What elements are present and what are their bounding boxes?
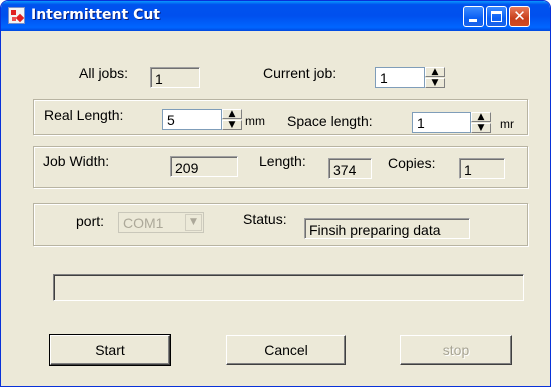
close-button[interactable]: ✕ <box>509 6 530 27</box>
spin-up-button[interactable]: ▲ <box>471 112 491 122</box>
all-jobs-value: 1 <box>150 67 200 88</box>
spin-up-icon: ▲ <box>431 67 439 77</box>
window-title: Intermittent Cut <box>31 7 161 23</box>
spin-down-icon: ▼ <box>477 123 485 133</box>
space-length-label: Space length: <box>287 113 373 129</box>
port-select-value: COM1 <box>123 215 164 231</box>
app-icon[interactable] <box>8 7 25 24</box>
start-button[interactable]: Start <box>49 334 171 366</box>
progress-bar <box>53 274 524 301</box>
real-length-unit: mm <box>245 114 265 128</box>
spin-up-icon: ▲ <box>228 109 236 119</box>
current-job-spinner[interactable]: ▲ ▼ <box>425 67 445 88</box>
chevron-down-icon: ▼ <box>190 217 197 227</box>
job-width-value: 209 <box>170 156 238 177</box>
app-icon-shape <box>11 10 16 15</box>
port-dropdown-button[interactable]: ▼ <box>185 214 202 231</box>
job-width-label: Job Width: <box>43 153 110 169</box>
minimize-button[interactable] <box>463 6 484 27</box>
job-length-value: 374 <box>328 158 372 179</box>
current-job-label: Current job: <box>263 65 337 81</box>
title-bar[interactable]: Intermittent Cut ✕ <box>1 1 550 31</box>
copies-label: Copies: <box>388 155 436 171</box>
port-select[interactable]: COM1 ▼ <box>118 212 204 233</box>
job-length-label: Length: <box>259 153 306 169</box>
port-label: port: <box>76 213 105 229</box>
real-length-spinner[interactable]: ▲ ▼ <box>222 109 242 130</box>
space-length-input[interactable]: 1 <box>412 112 471 133</box>
real-length-label: Real Length: <box>44 107 124 123</box>
close-icon: ✕ <box>513 7 526 25</box>
spin-down-button[interactable]: ▼ <box>425 78 445 88</box>
maximize-icon <box>491 11 502 22</box>
status-label: Status: <box>243 211 287 227</box>
current-job-input[interactable]: 1 <box>375 67 425 88</box>
all-jobs-label: All jobs: <box>79 65 129 81</box>
spin-up-icon: ▲ <box>477 112 485 122</box>
spin-down-icon: ▼ <box>431 78 439 88</box>
space-length-spinner[interactable]: ▲ ▼ <box>471 112 491 133</box>
app-icon-shape <box>12 17 16 21</box>
maximize-button[interactable] <box>486 6 507 27</box>
spin-down-icon: ▼ <box>228 120 236 130</box>
intermittent-cut-dialog: Intermittent Cut ✕ All jobs: 1 Current j… <box>0 0 551 387</box>
spin-up-button[interactable]: ▲ <box>425 67 445 77</box>
spin-down-button[interactable]: ▼ <box>471 123 491 133</box>
space-length-unit: mr <box>500 117 514 131</box>
app-icon-shape <box>15 13 25 23</box>
status-value: Finsih preparing data <box>304 218 470 239</box>
minimize-icon <box>469 19 477 22</box>
copies-value: 1 <box>459 158 505 179</box>
stop-button[interactable]: stop <box>400 335 512 365</box>
real-length-input[interactable]: 5 <box>162 109 222 130</box>
spin-up-button[interactable]: ▲ <box>222 109 242 119</box>
spin-down-button[interactable]: ▼ <box>222 120 242 130</box>
cancel-button[interactable]: Cancel <box>226 335 346 365</box>
